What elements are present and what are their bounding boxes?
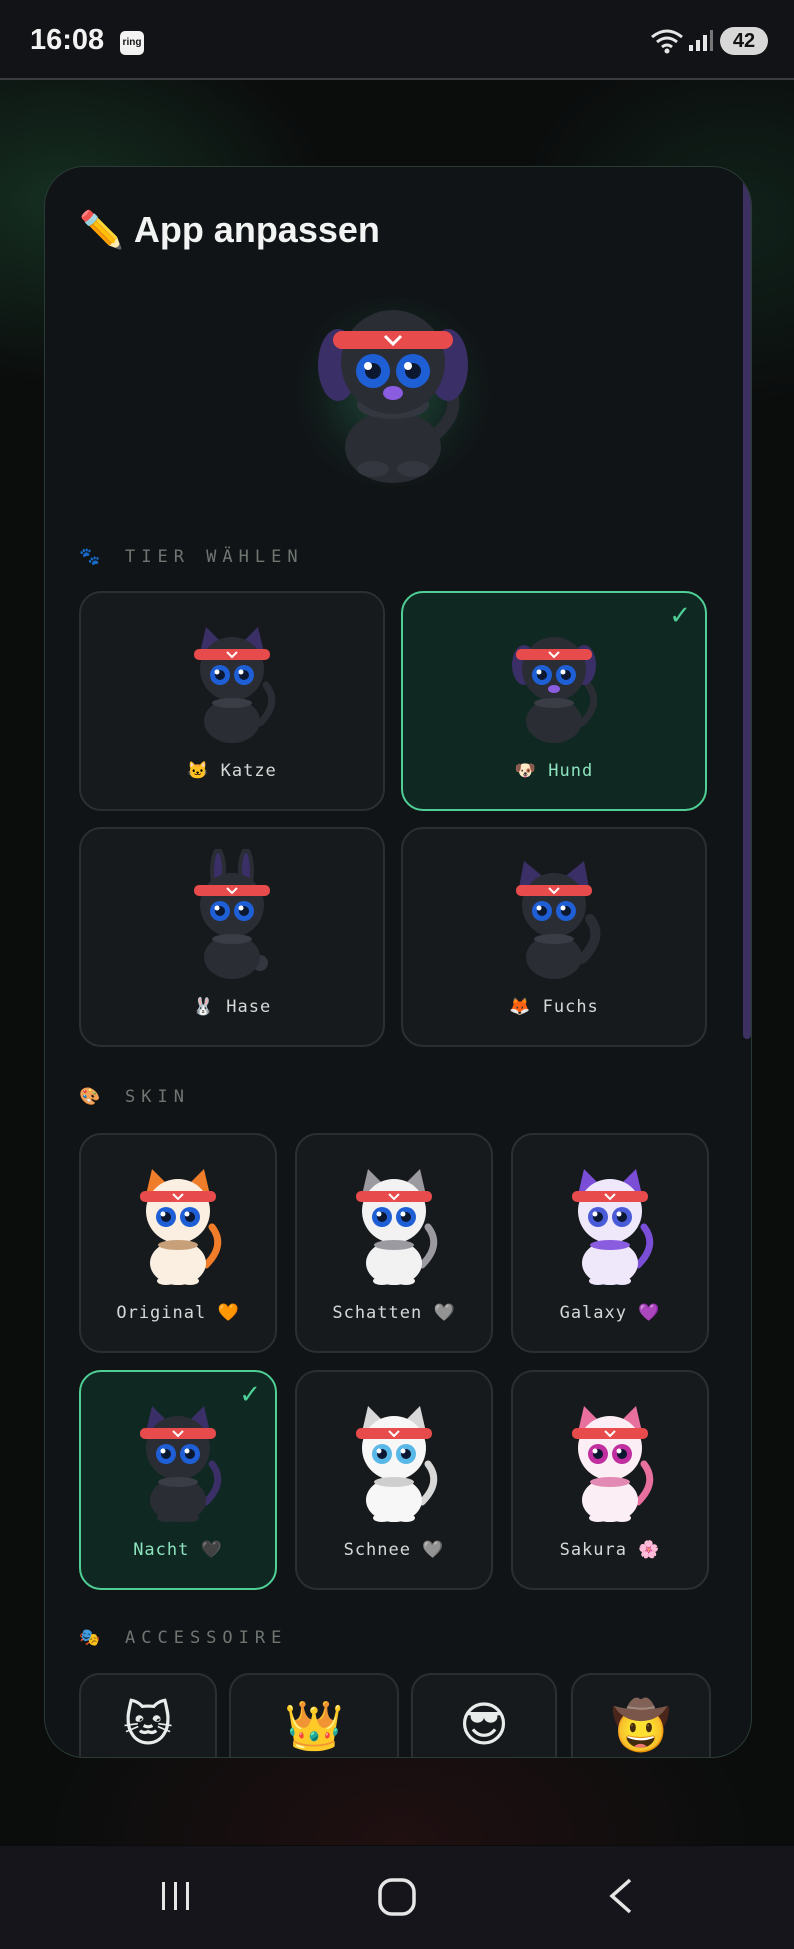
skin-name: Nacht [133,1540,190,1560]
skin-card-nacht[interactable]: ✓ Nacht 🖤 [79,1370,277,1590]
animal-name: Fuchs [542,997,599,1017]
battery-indicator: 42 [720,27,768,55]
animal-card-katze[interactable]: 🐱 Katze [79,591,385,811]
skin-cat-icon [356,1406,438,1522]
crown-icon: 👑 [284,1698,344,1754]
skin-label: Original 🧡 [81,1303,275,1323]
animal-label: 🐶 Hund [403,761,705,781]
skin-label: Schnee 🩶 [297,1540,491,1560]
masks-icon: 🎭 [79,1628,101,1648]
dog-icon [512,637,598,743]
cat-icon [194,627,276,743]
dog-emoji-icon: 🐶 [514,761,537,781]
skin-heart-icon: 🩶 [422,1540,445,1560]
skin-heart-icon: 🖤 [200,1540,223,1560]
accessory-card-cat[interactable]: 🐱 [79,1673,217,1757]
animal-name: Hase [226,997,272,1017]
cell-signal-icon [689,30,713,51]
checkmark-icon: ✓ [669,601,691,631]
accessory-card-crown[interactable]: 👑 [229,1673,399,1757]
palette-icon: 🎨 [79,1087,101,1107]
skin-cat-icon [140,1406,222,1522]
skin-card-schatten[interactable]: Schatten 🩶 [295,1133,493,1353]
skin-cat-icon [572,1406,654,1522]
pencil-icon: ✏️ [79,209,124,250]
skin-cat-icon [572,1169,654,1285]
pet-preview [293,287,493,487]
skin-heart-icon: 🩶 [433,1303,456,1323]
wifi-icon [651,29,683,54]
skin-heart-icon: 🌸 [638,1540,661,1560]
status-bar: 16:08 ring 42 [0,0,794,80]
section-animal-label: 🐾 TIER WÄHLEN [79,547,304,567]
recent-apps-button[interactable] [156,1876,196,1916]
skin-heart-icon: 💜 [638,1303,661,1323]
skin-cat-icon [140,1169,222,1285]
animal-name: Hund [548,761,594,781]
panel-scrollbar[interactable] [743,171,751,1039]
animal-label: 🐰 Hase [81,997,383,1017]
system-nav-bar [0,1846,794,1949]
dog-preview-icon [318,310,468,483]
accessory-card-sunglasses[interactable]: 😎 [411,1673,557,1757]
ring-app-icon: ring [120,31,144,55]
animal-card-fuchs[interactable]: 🦊 Fuchs [401,827,707,1047]
skin-name: Galaxy [559,1303,627,1323]
accessory-card-cowboy[interactable]: 🤠 [571,1673,711,1757]
page-title: ✏️ App anpassen [79,209,380,251]
skin-card-schnee[interactable]: Schnee 🩶 [295,1370,493,1590]
rabbit-icon [194,849,270,979]
rabbit-emoji-icon: 🐰 [192,997,215,1017]
section-skin-text: SKIN [125,1087,190,1107]
customize-panel: ✏️ App anpassen 🐾 TIER WÄHLEN 🐱 Katze ✓ … [44,166,752,1758]
home-button[interactable] [376,1876,418,1918]
skin-card-galaxy[interactable]: Galaxy 💜 [511,1133,709,1353]
section-skin-label: 🎨 SKIN [79,1087,190,1107]
animal-card-hase[interactable]: 🐰 Hase [79,827,385,1047]
skin-heart-icon: 🧡 [217,1303,240,1323]
skin-name: Schnee [343,1540,411,1560]
sunglasses-icon: 😎 [458,1697,510,1753]
back-button[interactable] [602,1876,642,1916]
skin-cat-icon [356,1169,438,1285]
cat-face-icon: 🐱 [122,1697,174,1753]
skin-label: Nacht 🖤 [81,1540,275,1560]
skin-card-original[interactable]: Original 🧡 [79,1133,277,1353]
section-accessory-label: 🎭 ACCESSOIRE [79,1628,287,1648]
skin-name: Original [116,1303,207,1323]
fox-icon [516,861,601,979]
page-title-text: App anpassen [133,209,380,250]
animal-name: Katze [220,761,277,781]
skin-name: Sakura [559,1540,627,1560]
cat-emoji-icon: 🐱 [187,761,210,781]
animal-card-hund[interactable]: ✓ 🐶 Hund [401,591,707,811]
section-accessory-text: ACCESSOIRE [125,1628,288,1648]
paw-icon: 🐾 [79,547,101,567]
skin-label: Galaxy 💜 [513,1303,707,1323]
skin-name: Schatten [332,1303,423,1323]
status-time: 16:08 [30,24,105,56]
fox-emoji-icon: 🦊 [509,997,532,1017]
section-animal-text: TIER WÄHLEN [125,547,304,567]
skin-label: Schatten 🩶 [297,1303,491,1323]
animal-label: 🦊 Fuchs [403,997,705,1017]
cowboy-hat-icon: 🤠 [611,1698,671,1754]
animal-label: 🐱 Katze [81,761,383,781]
skin-card-sakura[interactable]: Sakura 🌸 [511,1370,709,1590]
skin-label: Sakura 🌸 [513,1540,707,1560]
checkmark-icon: ✓ [239,1380,261,1410]
